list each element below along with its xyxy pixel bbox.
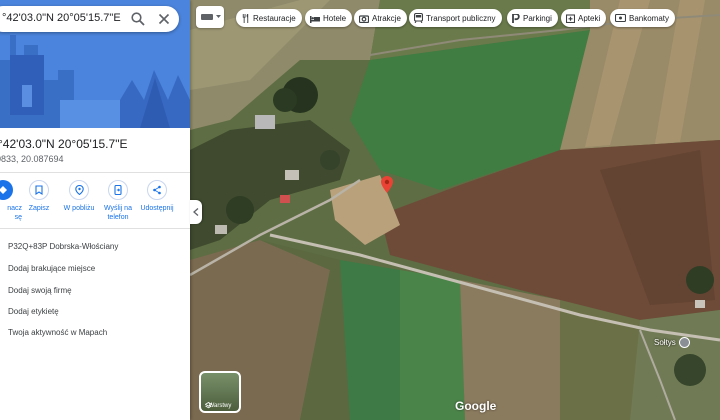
map-type-button[interactable] (196, 6, 224, 28)
nearby-icon (74, 185, 84, 195)
add-label-link[interactable]: Dodaj etykietę (8, 307, 59, 316)
camera-icon (359, 14, 369, 23)
share-icon (153, 185, 161, 195)
maps-activity-link[interactable]: Twoja aktywność w Mapach (8, 328, 107, 337)
search-input[interactable]: °42'03.0"N 20°05'15.7"E (2, 12, 121, 24)
chip-restaurants[interactable]: Restauracje (236, 9, 302, 27)
chip-label: Parkingi (523, 13, 552, 23)
place-marker-icon[interactable] (679, 337, 690, 348)
layers-button[interactable]: Warstwy (199, 371, 241, 413)
google-logo: Google (455, 399, 497, 413)
bookmark-icon (35, 185, 43, 195)
dropped-pin-icon[interactable] (381, 176, 393, 193)
plus-code-item[interactable]: P32Q+83P Dobrska-Włościany (8, 242, 118, 251)
send-to-phone-icon (114, 185, 122, 195)
map-place-label[interactable]: Sołtys (654, 338, 676, 347)
action-label: Udostępnij (140, 205, 174, 212)
directions-icon (0, 186, 7, 194)
chip-parking[interactable]: Parkingi (507, 9, 558, 27)
pharmacy-icon (566, 13, 575, 23)
chip-label: Apteki (578, 13, 601, 23)
chip-label: Restauracje (253, 13, 296, 23)
parking-icon (512, 13, 520, 23)
chip-transit[interactable]: Transport publiczny (409, 9, 502, 27)
chip-label: Hotele (323, 13, 347, 23)
chip-pharmacy[interactable]: Apteki (561, 9, 607, 27)
add-missing-place-link[interactable]: Dodaj brakujące miejsce (8, 264, 95, 273)
chip-attractions[interactable]: Atrakcje (354, 9, 407, 27)
chip-label: Transport publiczny (426, 13, 496, 23)
add-business-link[interactable]: Dodaj swoją firmę (8, 286, 72, 295)
divider (0, 228, 190, 229)
place-decimal-coordinates: 0833, 20.087694 (0, 154, 64, 164)
action-bar: nacz sę Zapisz W pobliżu Wyślij na telef… (0, 180, 190, 230)
chip-label: Atrakcje (372, 13, 401, 23)
place-title: °42'03.0"N 20°05'15.7"E (0, 137, 128, 151)
chevron-left-icon (193, 208, 199, 216)
layers-label: Warstwy (208, 403, 232, 409)
chip-label: Bankomaty (629, 13, 670, 23)
chip-atm[interactable]: Bankomaty (610, 9, 676, 27)
close-icon[interactable] (156, 11, 172, 27)
keyboard-icon (201, 14, 221, 20)
place-panel: °42'03.0"N 20°05'15.7"E °42'03.0"N 20°05… (0, 0, 190, 420)
collapse-panel-button[interactable] (190, 200, 202, 224)
chip-hotels[interactable]: Hotele (305, 9, 353, 27)
search-box[interactable]: °42'03.0"N 20°05'15.7"E (0, 6, 179, 32)
search-icon[interactable] (130, 11, 146, 27)
atm-icon (615, 14, 626, 22)
transit-icon (414, 13, 423, 23)
divider (0, 172, 190, 173)
share-button[interactable]: Udostępnij (132, 180, 182, 213)
restaurant-icon (242, 13, 249, 23)
hotel-icon (310, 15, 320, 23)
place-hero-image: °42'03.0"N 20°05'15.7"E (0, 0, 190, 128)
